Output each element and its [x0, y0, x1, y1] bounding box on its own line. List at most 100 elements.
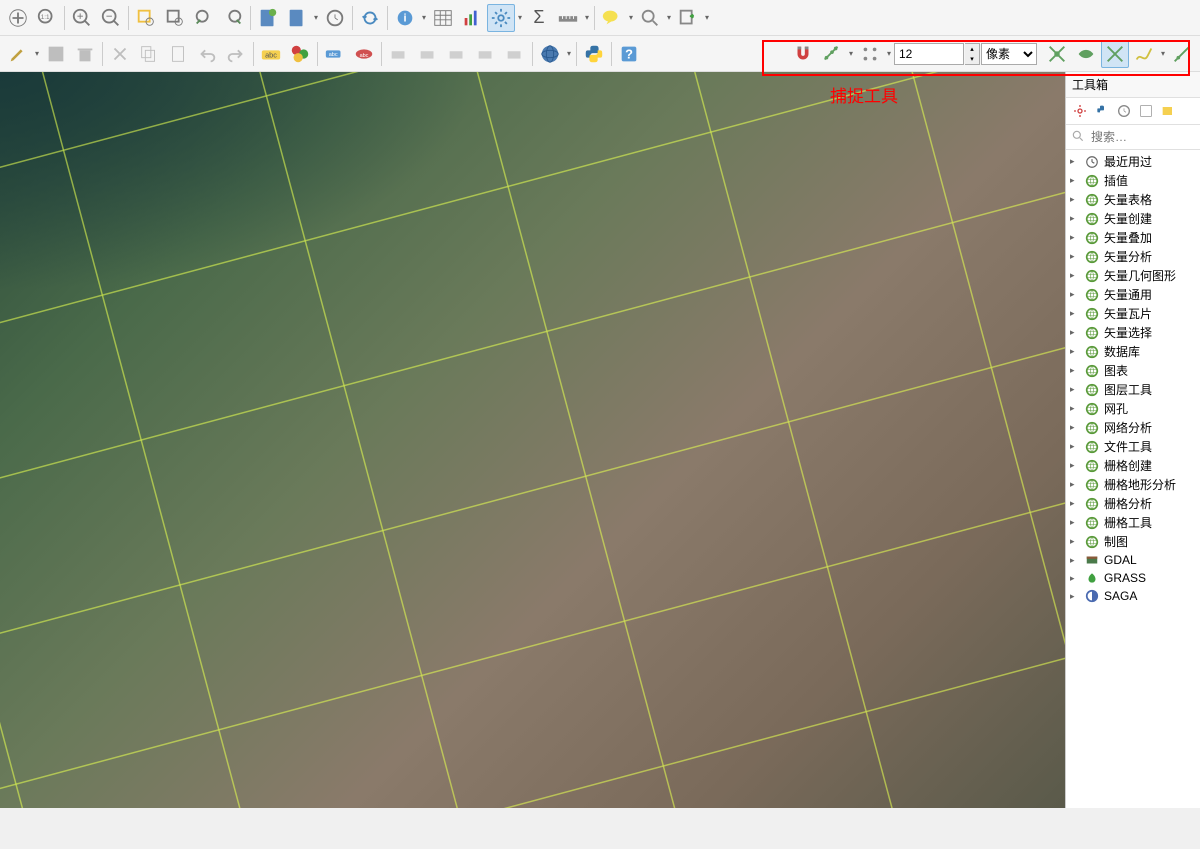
- expander-icon[interactable]: ▸: [1070, 591, 1080, 602]
- toolbox-model-icon[interactable]: [1136, 101, 1156, 121]
- expander-icon[interactable]: ▸: [1070, 365, 1080, 376]
- pan-icon[interactable]: [4, 4, 32, 32]
- expander-icon[interactable]: ▸: [1070, 573, 1080, 584]
- expander-icon[interactable]: ▸: [1070, 232, 1080, 243]
- tree-item[interactable]: ▸网络分析: [1066, 418, 1200, 437]
- snap-tolerance-input[interactable]: [894, 43, 964, 65]
- expander-icon[interactable]: ▸: [1070, 346, 1080, 357]
- tree-item[interactable]: ▸矢量选择: [1066, 323, 1200, 342]
- dropdown-arrow-icon[interactable]: ▾: [665, 4, 673, 32]
- tree-item[interactable]: ▸栅格工具: [1066, 513, 1200, 532]
- zoom-layer-icon[interactable]: [161, 4, 189, 32]
- tree-item[interactable]: ▸SAGA: [1066, 587, 1200, 605]
- tree-item[interactable]: ▸最近用过: [1066, 152, 1200, 171]
- expander-icon[interactable]: ▸: [1070, 270, 1080, 281]
- dropdown-arrow-icon[interactable]: ▾: [847, 40, 855, 68]
- spin-down-icon[interactable]: ▾: [965, 54, 979, 64]
- dropdown-arrow-icon[interactable]: ▾: [885, 40, 893, 68]
- dropdown-arrow-icon[interactable]: ▾: [627, 4, 635, 32]
- edit-pencil-icon[interactable]: [4, 40, 32, 68]
- topo-edit-icon[interactable]: [1043, 40, 1071, 68]
- snap-unit-select[interactable]: 像素: [981, 43, 1037, 65]
- tree-item[interactable]: ▸图表: [1066, 361, 1200, 380]
- expander-icon[interactable]: ▸: [1070, 327, 1080, 338]
- redo-icon[interactable]: [222, 40, 250, 68]
- label-tool5-icon[interactable]: [443, 40, 471, 68]
- label-tool6-icon[interactable]: [472, 40, 500, 68]
- snap-vertex-type-icon[interactable]: [856, 40, 884, 68]
- expander-icon[interactable]: ▸: [1070, 403, 1080, 414]
- toolbox-tree[interactable]: ▸最近用过▸插值▸矢量表格▸矢量创建▸矢量叠加▸矢量分析▸矢量几何图形▸矢量通用…: [1066, 150, 1200, 808]
- magnet-icon[interactable]: [789, 40, 817, 68]
- label-tool4-icon[interactable]: [414, 40, 442, 68]
- dropdown-arrow-icon[interactable]: ▾: [516, 4, 524, 32]
- zoom-selection-icon[interactable]: [132, 4, 160, 32]
- expander-icon[interactable]: ▸: [1070, 441, 1080, 452]
- globe-icon[interactable]: [536, 40, 564, 68]
- tree-item[interactable]: ▸矢量表格: [1066, 190, 1200, 209]
- python-icon[interactable]: [580, 40, 608, 68]
- spin-up-icon[interactable]: ▴: [965, 44, 979, 54]
- toolbox-search-input[interactable]: [1089, 128, 1197, 146]
- tree-item[interactable]: ▸数据库: [1066, 342, 1200, 361]
- refresh-icon[interactable]: [356, 4, 384, 32]
- label-toolbar2-icon[interactable]: abc: [350, 40, 378, 68]
- map-canvas[interactable]: [0, 72, 1065, 808]
- tree-item[interactable]: ▸栅格分析: [1066, 494, 1200, 513]
- expander-icon[interactable]: ▸: [1070, 460, 1080, 471]
- layer-styling-icon[interactable]: [286, 40, 314, 68]
- tree-item[interactable]: ▸矢量叠加: [1066, 228, 1200, 247]
- snap-trace-icon[interactable]: [1130, 40, 1158, 68]
- temporal-icon[interactable]: [321, 4, 349, 32]
- identify-icon[interactable]: i: [391, 4, 419, 32]
- export-icon[interactable]: [674, 4, 702, 32]
- label-abc-icon[interactable]: abc: [257, 40, 285, 68]
- tree-item[interactable]: ▸网孔: [1066, 399, 1200, 418]
- zoom-in-icon[interactable]: [68, 4, 96, 32]
- snap-tolerance-spinner[interactable]: ▴▾: [965, 43, 980, 65]
- expander-icon[interactable]: ▸: [1070, 498, 1080, 509]
- tree-item[interactable]: ▸矢量通用: [1066, 285, 1200, 304]
- save-edits-icon[interactable]: [42, 40, 70, 68]
- toolbox-history-icon[interactable]: [1114, 101, 1134, 121]
- snap-advanced-icon[interactable]: [1168, 40, 1196, 68]
- expander-icon[interactable]: ▸: [1070, 422, 1080, 433]
- measure-icon[interactable]: [554, 4, 582, 32]
- search-icon[interactable]: [636, 4, 664, 32]
- expander-icon[interactable]: ▸: [1070, 536, 1080, 547]
- dropdown-arrow-icon[interactable]: ▾: [565, 40, 573, 68]
- cut-icon[interactable]: [106, 40, 134, 68]
- expander-icon[interactable]: ▸: [1070, 289, 1080, 300]
- zoom-1to1-icon[interactable]: 1:1: [33, 4, 61, 32]
- tree-item[interactable]: ▸栅格地形分析: [1066, 475, 1200, 494]
- zoom-out-icon[interactable]: [97, 4, 125, 32]
- dropdown-arrow-icon[interactable]: ▾: [703, 4, 711, 32]
- tip-icon[interactable]: [598, 4, 626, 32]
- dropdown-arrow-icon[interactable]: ▾: [312, 4, 320, 32]
- dropdown-arrow-icon[interactable]: ▾: [33, 40, 41, 68]
- expander-icon[interactable]: ▸: [1070, 479, 1080, 490]
- expander-icon[interactable]: ▸: [1070, 213, 1080, 224]
- bookmarks-icon[interactable]: [283, 4, 311, 32]
- dropdown-arrow-icon[interactable]: ▾: [1159, 40, 1167, 68]
- new-bookmark-icon[interactable]: [254, 4, 282, 32]
- expander-icon[interactable]: ▸: [1070, 194, 1080, 205]
- expander-icon[interactable]: ▸: [1070, 156, 1080, 167]
- toolbox-gear-icon[interactable]: [1070, 101, 1090, 121]
- zoom-next-icon[interactable]: [219, 4, 247, 32]
- toolbox-python-icon[interactable]: [1092, 101, 1112, 121]
- settings-gear-icon[interactable]: [487, 4, 515, 32]
- dropdown-arrow-icon[interactable]: ▾: [420, 4, 428, 32]
- label-tool3-icon[interactable]: [385, 40, 413, 68]
- expander-icon[interactable]: ▸: [1070, 175, 1080, 186]
- label-toolbar1-icon[interactable]: abc: [321, 40, 349, 68]
- delete-icon[interactable]: [71, 40, 99, 68]
- tree-item[interactable]: ▸插值: [1066, 171, 1200, 190]
- paste-icon[interactable]: [164, 40, 192, 68]
- tree-item[interactable]: ▸GRASS: [1066, 569, 1200, 587]
- statistics-icon[interactable]: [458, 4, 486, 32]
- snap-self-icon[interactable]: [1101, 40, 1129, 68]
- tree-item[interactable]: ▸矢量几何图形: [1066, 266, 1200, 285]
- expander-icon[interactable]: ▸: [1070, 555, 1080, 566]
- sum-icon[interactable]: Σ: [525, 4, 553, 32]
